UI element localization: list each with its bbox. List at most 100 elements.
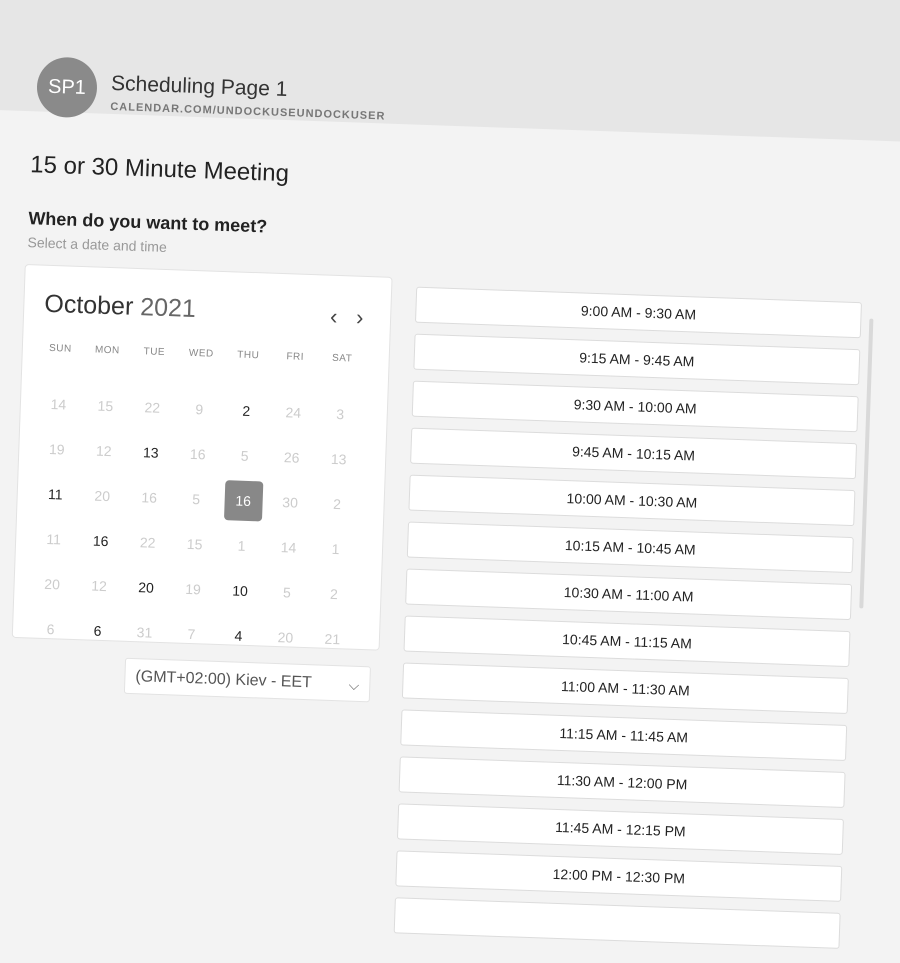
- meeting-title: 15 or 30 Minute Meeting: [29, 151, 290, 188]
- time-slot-button[interactable]: 10:30 AM - 11:00 AM: [405, 568, 853, 621]
- time-slot-button[interactable]: 10:45 AM - 11:15 AM: [403, 615, 851, 668]
- calendar-day: 16: [174, 430, 223, 477]
- calendar-day: 31: [120, 609, 169, 656]
- calendar-day-number: 6: [93, 622, 102, 639]
- calendar-day-number: 19: [48, 440, 65, 458]
- calendar-day-number: 2: [329, 585, 339, 602]
- question-heading: When do you want to meet?: [28, 208, 268, 237]
- calendar-day: 20: [261, 614, 310, 661]
- weekday-label: MON: [94, 344, 120, 357]
- calendar-day-number: 15: [97, 397, 114, 414]
- weekday-label: WED: [188, 347, 214, 360]
- weekday-label: THU: [237, 349, 260, 362]
- calendar-day: 5: [172, 475, 221, 522]
- chevron-left-icon[interactable]: ‹: [330, 304, 338, 330]
- time-slot-button[interactable]: 9:15 AM - 9:45 AM: [413, 333, 861, 386]
- calendar-day[interactable]: 16: [76, 517, 125, 564]
- calendar-day: 5: [220, 432, 269, 479]
- time-slot-button[interactable]: 12:00 PM - 12:30 PM: [395, 850, 843, 902]
- calendar-day: 7: [167, 610, 216, 657]
- calendar-day[interactable]: 13: [127, 429, 176, 476]
- calendar-day[interactable]: 6: [73, 607, 122, 654]
- scheduling-page: SP1 Scheduling Page 1 CALENDAR.COM/UNDOC…: [0, 0, 900, 949]
- calendar-day: 15: [81, 382, 130, 429]
- calendar-day: 14: [34, 380, 83, 427]
- calendar-day-number: 16: [223, 479, 263, 521]
- date-picker: October 2021 ‹ › SUN MON TUE WED THU FRI SAT 14…: [11, 264, 393, 654]
- calendar-day: 11: [29, 515, 78, 562]
- calendar-day: 16: [125, 474, 174, 521]
- calendar-day: 21: [308, 615, 357, 662]
- calendar-day-number: 19: [185, 580, 202, 597]
- calendar-day: 12: [75, 562, 124, 609]
- calendar-day: 3: [316, 390, 365, 437]
- calendar-day: 13: [314, 435, 363, 482]
- calendar-day-number: 5: [282, 583, 292, 601]
- calendar-day-number: 30: [282, 493, 299, 511]
- calendar-day: 1: [217, 522, 266, 569]
- calendar-day-number: 3: [336, 405, 345, 422]
- calendar-year: 2021: [139, 293, 197, 324]
- calendar-day-number: 6: [46, 620, 55, 637]
- time-slot-button[interactable]: 11:30 AM - 12:00 PM: [398, 756, 846, 808]
- calendar-day-number: 26: [283, 448, 300, 466]
- time-slot-button[interactable]: 11:45 AM - 12:15 PM: [396, 803, 844, 855]
- calendar-day[interactable]: 4: [214, 612, 263, 659]
- calendar-day-number: 20: [94, 487, 111, 504]
- calendar-day-number: 13: [142, 443, 159, 461]
- chevron-right-icon[interactable]: ›: [356, 305, 364, 331]
- calendar-day-number: 15: [186, 535, 203, 552]
- calendar-day-number: 16: [141, 488, 158, 506]
- calendar-day: 6: [26, 605, 75, 652]
- calendar-day-number: 4: [234, 627, 243, 644]
- time-slot-button[interactable]: 9:45 AM - 10:15 AM: [410, 427, 858, 480]
- calendar-day-number: 31: [136, 623, 153, 641]
- calendar-day: 20: [28, 560, 77, 607]
- calendar-month-label: October 2021: [44, 290, 196, 324]
- time-slot-button[interactable]: 10:15 AM - 10:45 AM: [406, 521, 854, 574]
- time-slot-button[interactable]: 11:00 AM - 11:30 AM: [401, 662, 849, 715]
- time-slot-list: 9:00 AM - 9:30 AM 9:15 AM - 9:45 AM 9:30 A…: [393, 286, 864, 960]
- calendar-day-number: 9: [195, 400, 204, 417]
- calendar-day: 2: [310, 570, 359, 617]
- calendar-day-number: 21: [324, 630, 341, 647]
- calendar-day-number: 14: [280, 538, 297, 556]
- calendar-day[interactable]: 10: [216, 567, 265, 614]
- chevron-down-icon: ⌵: [348, 676, 360, 693]
- calendar-day: 14: [264, 524, 313, 571]
- calendar-day-selected[interactable]: 16: [219, 477, 268, 524]
- calendar-day: 19: [33, 425, 82, 472]
- question-subheading: Select a date and time: [27, 234, 168, 255]
- calendar-day: 30: [266, 479, 315, 526]
- timezone-value: (GMT+02:00) Kiev - EET: [135, 668, 313, 692]
- time-slot-button[interactable]: 10:00 AM - 10:30 AM: [408, 474, 856, 527]
- calendar-day[interactable]: 11: [31, 470, 80, 517]
- calendar-day[interactable]: 20: [122, 564, 171, 611]
- time-slot-button[interactable]: 11:15 AM - 11:45 AM: [400, 709, 848, 761]
- calendar-day: 2: [313, 480, 362, 527]
- calendar-day-number: 16: [189, 445, 206, 462]
- calendar-day-number: 11: [46, 530, 62, 547]
- calendar-day-number: 1: [331, 540, 340, 557]
- time-slot-button[interactable]: 9:30 AM - 10:00 AM: [411, 380, 859, 433]
- calendar-day-number: 24: [285, 403, 302, 421]
- calendar-day-number: 12: [91, 577, 108, 594]
- calendar-day: 5: [263, 569, 312, 616]
- calendar-day: 24: [269, 389, 318, 436]
- weekday-label: SAT: [331, 352, 353, 365]
- calendar-day-number: 20: [277, 628, 294, 646]
- calendar-day-number: 1: [237, 537, 246, 554]
- calendar-day-number: 2: [242, 402, 251, 419]
- time-slot-button[interactable]: [393, 897, 841, 949]
- calendar-day-number: 7: [187, 625, 196, 642]
- calendar-day: 22: [123, 519, 172, 566]
- calendar-day-number: 13: [330, 450, 347, 467]
- calendar-day: 12: [80, 427, 129, 474]
- calendar-day-number: 20: [138, 578, 155, 596]
- calendar-day: 26: [267, 434, 316, 481]
- calendar-day-number: 11: [47, 485, 63, 502]
- time-slot-button[interactable]: 9:00 AM - 9:30 AM: [414, 286, 862, 339]
- timezone-select[interactable]: (GMT+02:00) Kiev - EET ⌵: [123, 657, 371, 703]
- calendar-day-number: 22: [144, 398, 161, 416]
- calendar-day[interactable]: 2: [222, 387, 271, 434]
